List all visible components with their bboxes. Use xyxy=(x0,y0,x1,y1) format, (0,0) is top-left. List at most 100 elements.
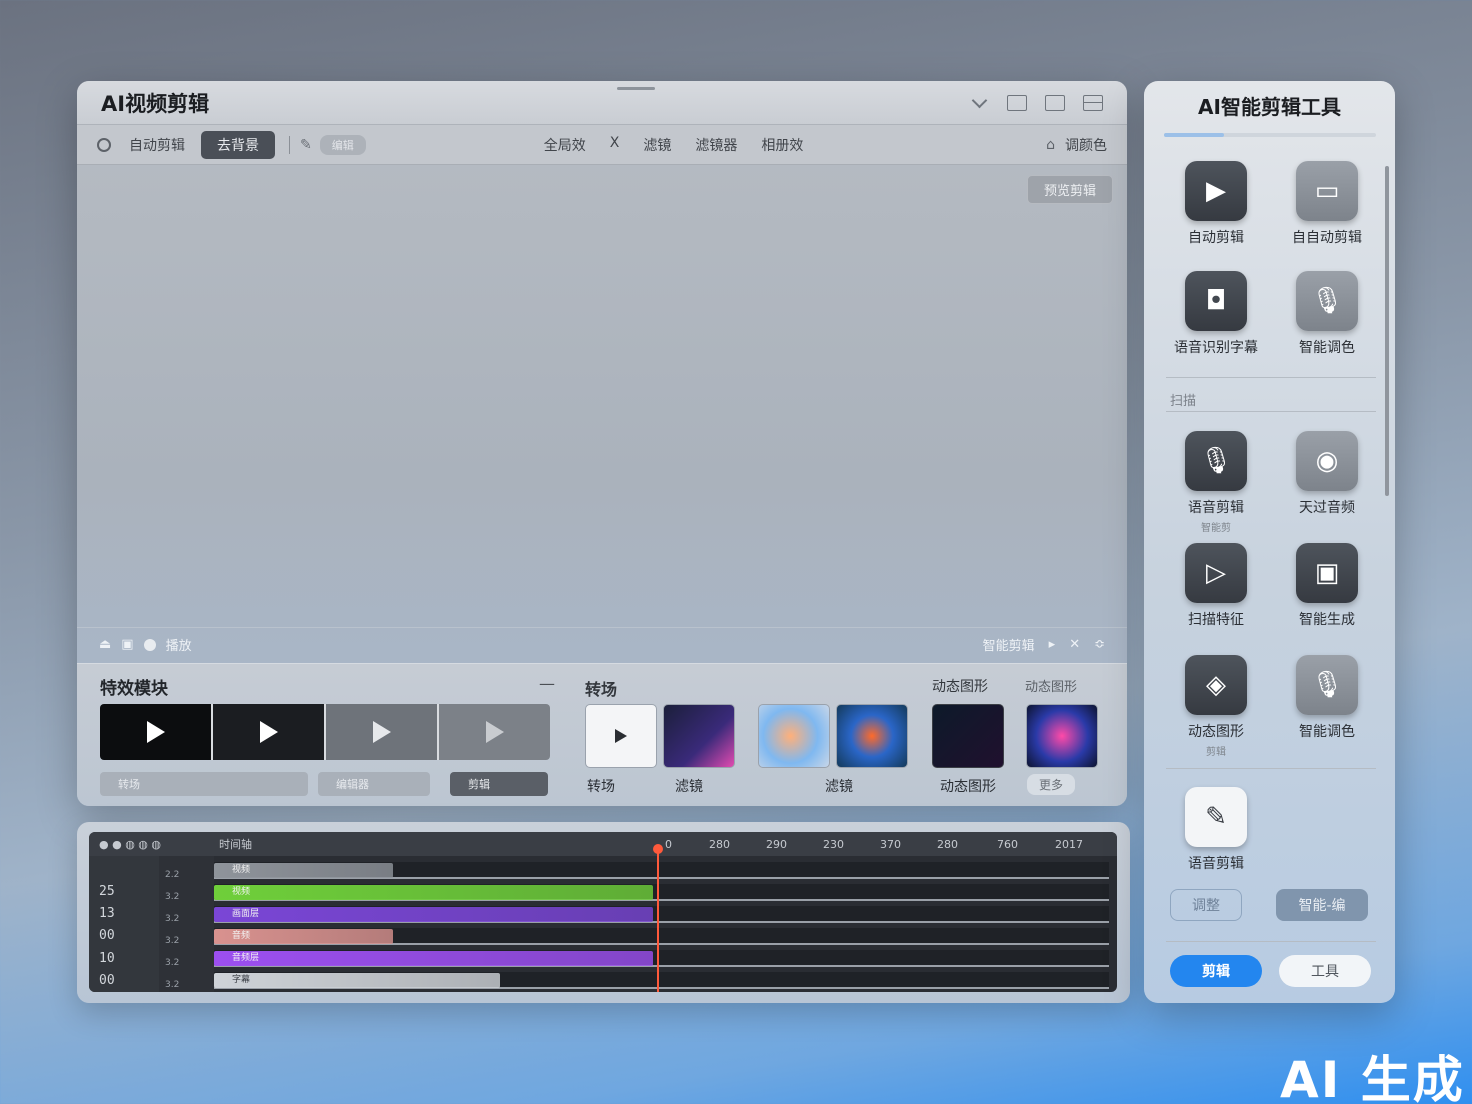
motion-title: 动态图形 xyxy=(932,679,988,695)
toolbar-item-x[interactable]: X xyxy=(610,135,620,155)
tool-3[interactable]: ◘ 语音识别字幕 xyxy=(1161,271,1271,357)
auto-edit-icon[interactable]: ▶ xyxy=(1185,161,1247,221)
timeline-track[interactable]: 视频 xyxy=(214,862,1109,879)
play-icon xyxy=(146,721,165,743)
preview-badge[interactable]: 预览剪辑 xyxy=(1026,175,1113,204)
tool-7[interactable]: ▷ 扫描特征 xyxy=(1161,543,1271,629)
edit-box-icon[interactable]: ▣ xyxy=(1296,543,1358,603)
tool-6[interactable]: ◉ 天过音频 xyxy=(1272,431,1382,517)
primary-edit-button[interactable]: 剪辑 xyxy=(1170,955,1262,987)
tool-4[interactable]: 🎙 智能调色 xyxy=(1272,271,1382,357)
tool-label: 天过音频 xyxy=(1299,500,1355,516)
status-smart-edit[interactable]: 智能剪辑 xyxy=(983,635,1035,654)
effects-collapse-icon[interactable]: — xyxy=(539,674,555,693)
tools-button[interactable]: 工具 xyxy=(1279,955,1371,987)
motion-thumb-1[interactable] xyxy=(932,704,1004,768)
toolbar-item-filter-tool[interactable]: 滤镜器 xyxy=(695,135,737,155)
effects-player-strip[interactable] xyxy=(100,704,550,760)
screen-subtitle-icon[interactable]: ◘ xyxy=(1185,271,1247,331)
timeline-clip[interactable]: 音频 xyxy=(214,929,393,944)
timeline-controls-icon[interactable]: ● ● ◍ ◍ ◍ xyxy=(99,838,161,851)
effect-chip-3[interactable]: 剪辑 xyxy=(450,772,548,796)
timeline-clip[interactable]: 字幕 xyxy=(214,973,500,988)
effect-chip-2[interactable]: 编辑器 xyxy=(318,772,430,796)
play-frame-icon[interactable]: ▷ xyxy=(1185,543,1247,603)
side-scrollbar[interactable] xyxy=(1385,166,1389,496)
track-name: 2.2 xyxy=(165,870,180,880)
filter-thumb-2[interactable] xyxy=(758,704,830,768)
filter-thumb-1[interactable] xyxy=(663,704,735,768)
collapse-chevron-icon[interactable] xyxy=(971,94,989,112)
effect-clip-3[interactable] xyxy=(326,704,439,760)
transition-thumb-1[interactable] xyxy=(585,704,657,768)
tool-8[interactable]: ▣ 智能生成 xyxy=(1272,543,1382,629)
chat-edit-icon[interactable]: ✎ xyxy=(1185,787,1247,847)
timeline-ruler[interactable]: ● ● ◍ ◍ ◍ 时间轴 0 280 290 230 370 280 760 … xyxy=(89,832,1117,856)
tool-9[interactable]: ◈ 动态图形 剪辑 xyxy=(1161,655,1271,758)
track-name: 3.2 xyxy=(165,958,180,968)
timeline-track[interactable]: 音频层 xyxy=(214,950,1109,967)
tool-5[interactable]: 🎙 语音剪辑 智能剪 xyxy=(1161,431,1271,534)
timeline-track[interactable]: 视频 xyxy=(214,884,1109,901)
tool-10[interactable]: 🎙 智能调色 xyxy=(1272,655,1382,741)
tool-2[interactable]: ▭ 自自动剪辑 xyxy=(1272,161,1382,247)
effect-clip-4[interactable] xyxy=(439,704,550,760)
ruler-label: 2017 xyxy=(1055,837,1083,851)
eject-icon[interactable]: ⏏ xyxy=(99,637,111,652)
refresh-icon[interactable] xyxy=(97,137,111,152)
timeline-track-names: 2.2 3.2 3.2 3.2 3.2 3.2 xyxy=(159,856,214,992)
timeline-clip[interactable]: 视频 xyxy=(214,885,653,900)
drag-handle[interactable] xyxy=(617,87,655,90)
microphone-icon[interactable]: 🎙 xyxy=(1296,271,1358,331)
timeline-track[interactable]: 字幕 xyxy=(214,972,1109,989)
time-label: 25 xyxy=(99,884,115,899)
timeline-track[interactable]: 画面层 xyxy=(214,906,1109,923)
toolbar-item-album[interactable]: 相册效 xyxy=(761,135,803,155)
timeline-clip[interactable]: 画面层 xyxy=(214,907,653,922)
minimize-window-icon[interactable] xyxy=(1007,94,1027,111)
next-icon[interactable]: ▸ xyxy=(1049,637,1056,652)
split-window-icon[interactable] xyxy=(1083,94,1103,111)
effect-clip-1[interactable] xyxy=(100,704,213,760)
timeline-track[interactable]: 音频 xyxy=(214,928,1109,945)
effect-chip-1[interactable]: 转场 xyxy=(100,772,308,796)
toolbar-item-global[interactable]: 全局效 xyxy=(544,135,586,155)
diamond-play-icon[interactable]: ◈ xyxy=(1185,655,1247,715)
motion-thumb-2[interactable] xyxy=(1026,704,1098,768)
toolbar-auto-edit[interactable]: 自动剪辑 xyxy=(129,135,185,155)
share-icon[interactable]: ⌂ xyxy=(1046,137,1055,153)
video-preview[interactable]: 预览剪辑 xyxy=(77,165,1127,625)
toolbar-pill[interactable]: 编辑 xyxy=(319,134,366,155)
smart-edit-button[interactable]: 智能-编 xyxy=(1276,889,1368,921)
tool-11[interactable]: ✎ 语音剪辑 xyxy=(1161,787,1271,873)
settings-icon[interactable]: ≎ xyxy=(1094,637,1105,652)
maximize-window-icon[interactable] xyxy=(1045,94,1065,111)
more-button[interactable]: 更多 xyxy=(1027,774,1076,795)
toolbar-color[interactable]: 调颜色 xyxy=(1065,135,1107,155)
playhead[interactable] xyxy=(653,844,663,992)
eye-icon[interactable]: ◉ xyxy=(1296,431,1358,491)
status-play[interactable]: 播放 xyxy=(166,635,192,654)
close-icon[interactable]: ✕ xyxy=(1069,637,1080,652)
toolbar-active-button[interactable]: 去背景 xyxy=(201,130,275,159)
adjust-button[interactable]: 调整 xyxy=(1170,889,1242,921)
timeline-clip[interactable]: 音频层 xyxy=(214,951,653,966)
timeline-clip[interactable]: 视频 xyxy=(214,863,393,878)
timeline-area[interactable]: ● ● ◍ ◍ ◍ 时间轴 0 280 290 230 370 280 760 … xyxy=(89,832,1117,992)
effect-clip-2[interactable] xyxy=(213,704,326,760)
effects-title: 特效模块 xyxy=(100,679,168,699)
effects-panel: 特效模块 — 转场 编辑器 剪辑 转场 动态图形 动态图形 转场 滤镜 滤镜 动… xyxy=(77,663,1127,806)
microphone-icon[interactable]: 🎙 xyxy=(1296,655,1358,715)
microphone-icon[interactable]: 🎙 xyxy=(1185,431,1247,491)
time-label: 13 xyxy=(99,906,115,921)
motion-subtitle[interactable]: 动态图形 xyxy=(1025,676,1077,695)
toolbar-item-filter[interactable]: 滤镜 xyxy=(643,135,671,155)
side-divider xyxy=(1166,941,1376,942)
filter-thumb-3[interactable] xyxy=(836,704,908,768)
pin-icon[interactable]: ✎ xyxy=(300,137,312,153)
side-tab-indicator[interactable] xyxy=(1164,133,1376,137)
monitor-icon[interactable]: ▭ xyxy=(1296,161,1358,221)
tool-1[interactable]: ▶ 自动剪辑 xyxy=(1161,161,1271,247)
lock-icon[interactable]: ▣ xyxy=(121,637,133,652)
record-dot-icon[interactable] xyxy=(143,638,156,651)
